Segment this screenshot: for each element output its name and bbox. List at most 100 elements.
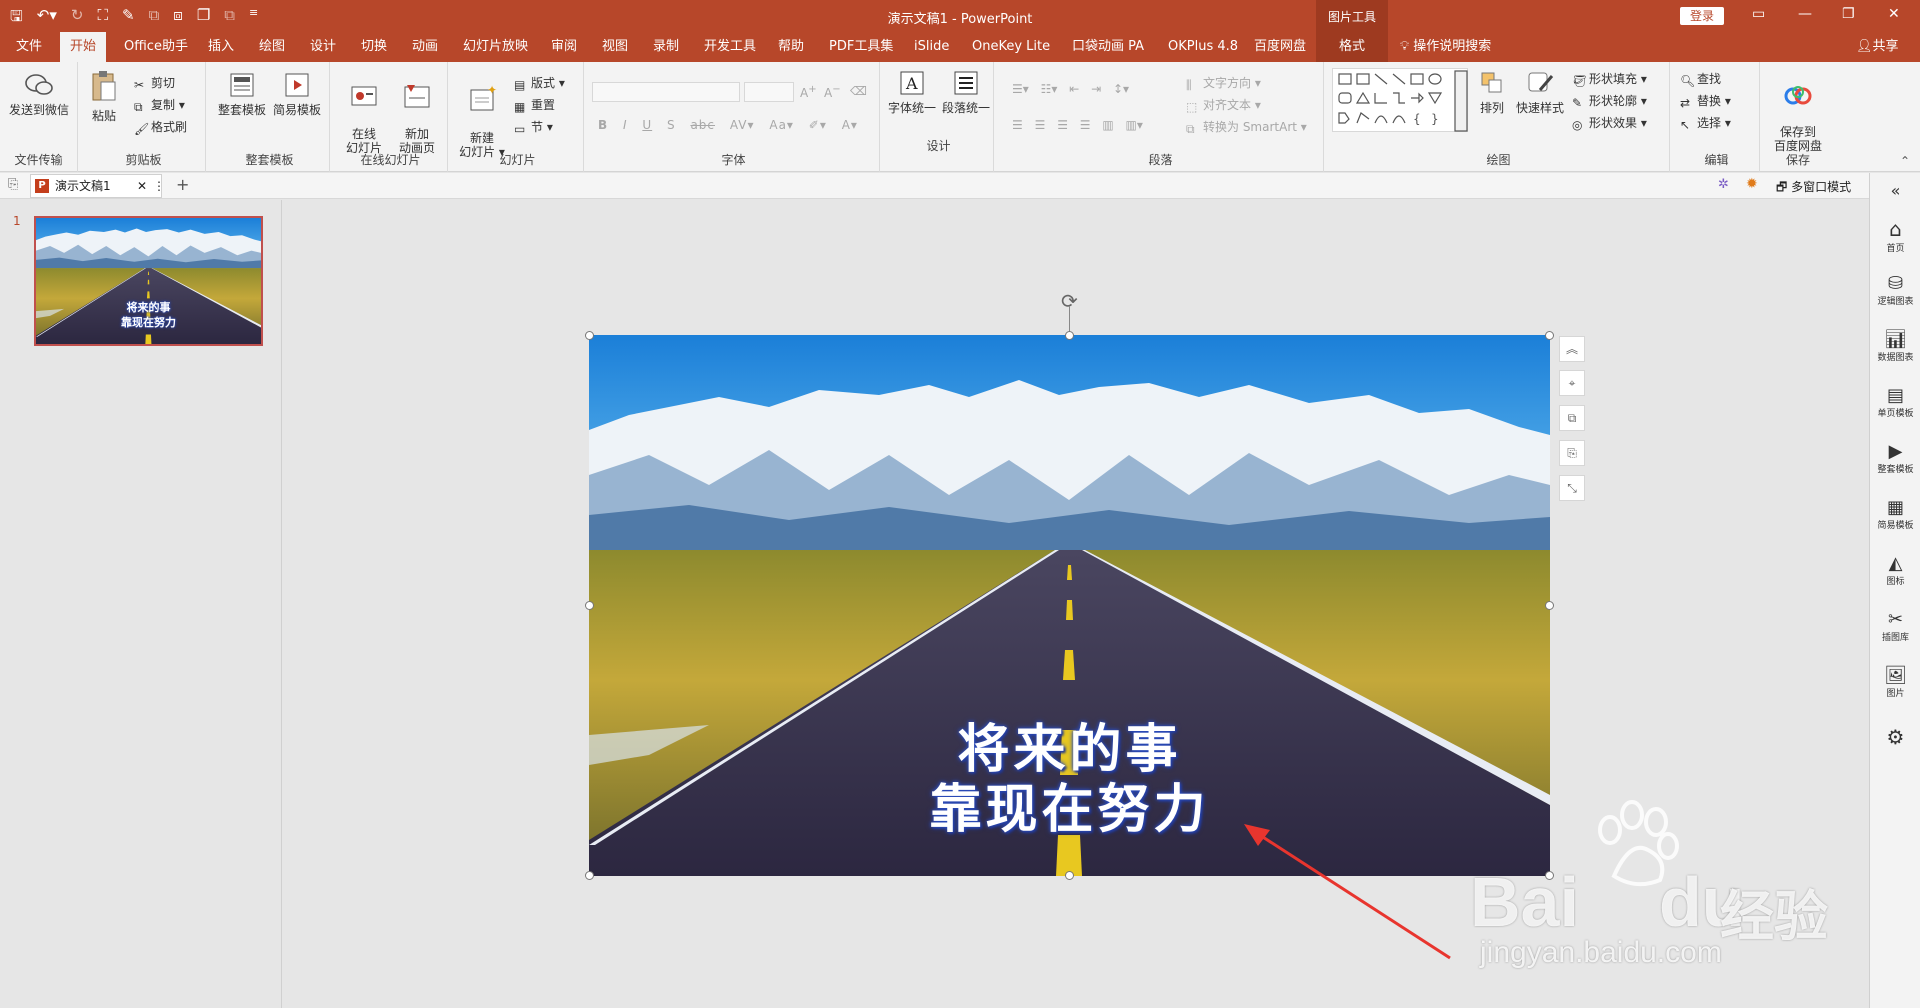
tab-draw[interactable]: 绘图 (253, 32, 291, 62)
align-buttons-row[interactable]: ☰ ☰ ☰ ☰ ▥ ▥▾ (1012, 118, 1143, 132)
tab-insert[interactable]: 插入 (202, 32, 240, 62)
section-button[interactable]: ▭ 节 ▾ (514, 118, 553, 136)
slide-image[interactable]: 将来的事 靠现在努力 (589, 335, 1550, 876)
align-text-button[interactable]: ⬚ 对齐文本 ▾ (1186, 96, 1261, 114)
replace-button[interactable]: ⇄ 替换 ▾ (1680, 92, 1731, 110)
reset-button[interactable]: ▦ 重置 (514, 96, 555, 114)
font-color-icon[interactable]: A▾ (842, 118, 858, 132)
tab-list-icon[interactable]: ⎘ (8, 177, 18, 192)
tab-onekey[interactable]: OneKey Lite (966, 32, 1056, 62)
arrange-button[interactable]: 排列 (1474, 70, 1510, 116)
panel-icons[interactable]: ◭ 图标 (1870, 553, 1920, 587)
collapse-panel-icon[interactable]: « (1870, 181, 1920, 200)
font-size-box[interactable] (744, 82, 794, 102)
clear-format-icon[interactable]: ⌫ (850, 84, 867, 98)
tab-animations[interactable]: 动画 (406, 32, 444, 62)
tab-format[interactable]: 格式 (1316, 32, 1388, 62)
panel-logic-chart[interactable]: ⛁ 逻辑图表 (1870, 273, 1920, 307)
bold-icon[interactable]: B (598, 118, 608, 132)
new-slide-button[interactable]: ✦ 新建 幻灯片 ▾ (458, 70, 506, 159)
grow-font-icon[interactable]: A+ (800, 84, 817, 100)
tab-menu-icon[interactable]: ⋮ (153, 175, 165, 197)
online-slide-button[interactable]: 在线 幻灯片 (340, 70, 388, 155)
paste-button[interactable]: 粘贴 (86, 70, 122, 124)
crop-icon[interactable]: ⌖ (1559, 370, 1585, 396)
quick-style-button[interactable]: 快速样式 (1512, 70, 1568, 116)
resize-handle[interactable] (585, 871, 594, 880)
align-center-icon[interactable]: ☰ (1035, 118, 1046, 132)
simple-template-button[interactable]: 简易模板 (270, 72, 324, 118)
resize-handle[interactable] (585, 601, 594, 610)
tell-me-search[interactable]: 💡︎ 操作说明搜索 (1394, 32, 1497, 62)
resize-handle[interactable] (1065, 871, 1074, 880)
format-painter-button[interactable]: 🖌︎ 格式刷 (134, 118, 187, 136)
indent-decrease-icon[interactable]: ⇤ (1069, 82, 1079, 96)
tab-transitions[interactable]: 切换 (355, 32, 393, 62)
maximize-icon[interactable]: ❐ (1842, 6, 1855, 22)
send-wechat-button[interactable]: 发送到微信 (6, 72, 72, 118)
shape-effect-button[interactable]: ◎ 形状效果 ▾ (1572, 114, 1647, 132)
close-icon[interactable]: ✕ (1888, 6, 1900, 22)
case-icon[interactable]: Aa▾ (769, 118, 794, 132)
convert-smartart-button[interactable]: ⧉ 转换为 SmartArt ▾ (1186, 118, 1307, 136)
tab-view[interactable]: 视图 (596, 32, 634, 62)
save-baidu-disk-button[interactable]: 保存到 百度网盘 (1766, 70, 1830, 153)
bullets-icon[interactable]: ☰▾ (1012, 82, 1029, 96)
align-left-icon[interactable]: ☰ (1012, 118, 1023, 132)
highlight-icon[interactable]: ✐▾ (809, 118, 827, 132)
tab-help[interactable]: 帮助 (772, 32, 810, 62)
tab-pdf-tools[interactable]: PDF工具集 (823, 32, 899, 62)
copy-style-icon[interactable]: ⎘ (1559, 440, 1585, 466)
text-direction-button[interactable]: ⫼ 文字方向 ▾ (1186, 74, 1261, 92)
align-right-icon[interactable]: ☰ (1057, 118, 1068, 132)
tab-file[interactable]: 文件 (10, 32, 48, 62)
share-button[interactable]: 👤︎共享 (1850, 32, 1905, 62)
underline-icon[interactable]: U (642, 118, 652, 132)
tab-slideshow[interactable]: 幻灯片放映 (457, 32, 534, 62)
font-style-row[interactable]: B I U S abc AV▾ Aa▾ ✐▾ A▾ (598, 118, 858, 132)
new-animation-page-button[interactable]: 新加 动画页 (392, 70, 442, 155)
tab-design[interactable]: 设计 (304, 32, 342, 62)
list-buttons-row[interactable]: ☰▾ ☷▾ ⇤ ⇥ ↕▾ (1012, 82, 1129, 96)
panel-pictures[interactable]: 🖼︎ 图片 (1870, 665, 1920, 699)
italic-icon[interactable]: I (623, 118, 628, 132)
numbering-icon[interactable]: ☷▾ (1041, 82, 1058, 96)
strikethrough-icon[interactable]: abc (690, 118, 715, 132)
tab-developer[interactable]: 开发工具 (698, 32, 762, 62)
tab-home[interactable]: 开始 (60, 32, 107, 62)
ribbon-display-icon[interactable]: ▭ (1752, 6, 1765, 22)
font-unify-button[interactable]: A 字体统一 (886, 70, 938, 116)
tab-pocket-anim[interactable]: 口袋动画 PA (1066, 32, 1150, 62)
layer-icon[interactable]: ⧉ (1559, 405, 1585, 431)
panel-data-chart[interactable]: 📊︎ 数据图表 (1870, 329, 1920, 363)
copy-button[interactable]: ⧉ 复制 ▾ (134, 96, 185, 114)
close-tab-icon[interactable]: ✕ (137, 175, 147, 197)
distribute-icon[interactable]: ▥ (1102, 118, 1113, 132)
layout-button[interactable]: ▤ 版式 ▾ (514, 74, 565, 92)
expand-icon[interactable]: ⤡ (1559, 475, 1585, 501)
collapse-up-icon[interactable]: ︽ (1559, 336, 1585, 362)
select-button[interactable]: ↖ 选择 ▾ (1680, 114, 1731, 132)
shadow-icon[interactable]: S (667, 118, 676, 132)
resize-handle[interactable] (585, 331, 594, 340)
panel-settings-icon[interactable]: ⚙ (1870, 725, 1920, 749)
font-name-box[interactable] (592, 82, 740, 102)
tab-islide[interactable]: iSlide (908, 32, 955, 62)
slide-thumbnail[interactable]: 将来的事 靠现在努力 (34, 216, 263, 346)
line-spacing-icon[interactable]: ↕▾ (1113, 82, 1129, 96)
resize-handle[interactable] (1545, 601, 1554, 610)
collapse-ribbon-icon[interactable]: ⌃ (1900, 154, 1910, 168)
full-template-button[interactable]: 整套模板 (216, 72, 268, 118)
shape-fill-button[interactable]: 🪣︎ 形状填充 ▾ (1572, 70, 1647, 88)
indent-increase-icon[interactable]: ⇥ (1091, 82, 1101, 96)
panel-simple-template[interactable]: ▦ 简易模板 (1870, 497, 1920, 531)
cut-button[interactable]: ✂ 剪切 (134, 74, 175, 92)
settings-gear-icon[interactable]: ✹ (1746, 176, 1758, 192)
tab-record[interactable]: 录制 (647, 32, 685, 62)
tab-office-helper[interactable]: Office助手 (118, 32, 194, 62)
shrink-font-icon[interactable]: A− (824, 84, 841, 100)
document-tab[interactable]: P 演示文稿1 ✕ ⋮ (30, 174, 165, 198)
minimize-icon[interactable]: — (1798, 6, 1812, 22)
login-button[interactable]: 登录 (1680, 7, 1724, 25)
find-button[interactable]: 🔍︎ 查找 (1680, 70, 1721, 88)
